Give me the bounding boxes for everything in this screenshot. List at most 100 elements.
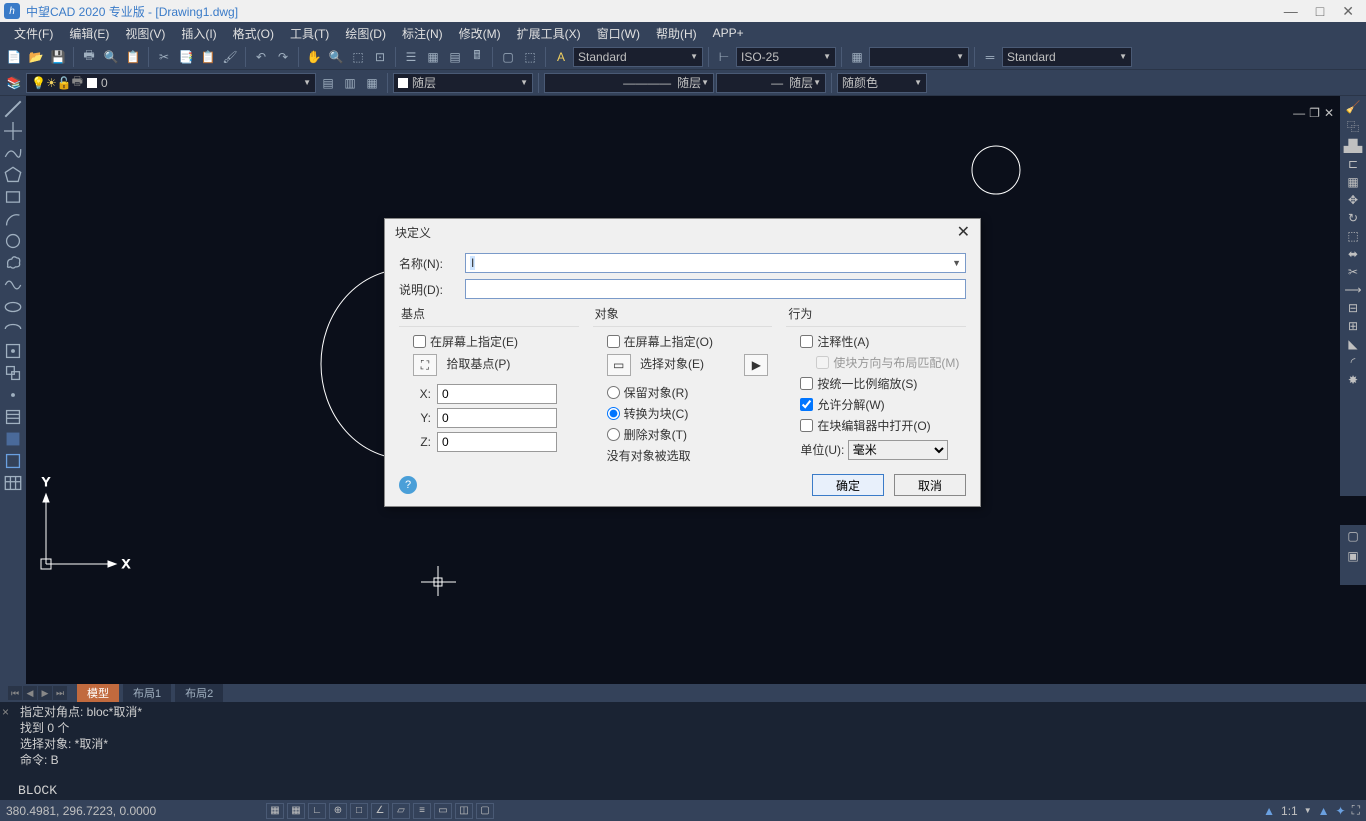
- menu-ext[interactable]: 扩展工具(X): [509, 23, 589, 44]
- menu-tools[interactable]: 工具(T): [282, 23, 337, 44]
- dimstyle-icon[interactable]: ⊢: [714, 47, 734, 67]
- x-input[interactable]: [437, 384, 557, 404]
- join-icon[interactable]: ⊞: [1348, 319, 1358, 333]
- polygon-icon[interactable]: [4, 166, 22, 184]
- insert-icon[interactable]: [4, 342, 22, 360]
- tab-next-icon[interactable]: ▶: [38, 686, 52, 700]
- uniform-scale-checkbox[interactable]: 按统一比例缩放(S): [800, 375, 962, 392]
- ortho-button[interactable]: ∟: [308, 803, 326, 819]
- undo-icon[interactable]: ↶: [251, 47, 271, 67]
- polar-button[interactable]: ⊕: [329, 803, 347, 819]
- otrack-button[interactable]: ∠: [371, 803, 389, 819]
- menu-app[interactable]: APP+: [705, 24, 752, 42]
- pan-icon[interactable]: ✋: [304, 47, 324, 67]
- dyn-button[interactable]: ▱: [392, 803, 410, 819]
- z-input[interactable]: [437, 432, 557, 452]
- spline-icon[interactable]: [4, 276, 22, 294]
- print-icon[interactable]: 🖶: [79, 47, 99, 67]
- menu-edit[interactable]: 编辑(E): [61, 23, 117, 44]
- select-objects-button[interactable]: ▭: [607, 354, 631, 376]
- cut-icon[interactable]: ✂: [154, 47, 174, 67]
- name-combo[interactable]: I ▼: [465, 253, 966, 273]
- new-icon[interactable]: 📄: [4, 47, 24, 67]
- rect-icon[interactable]: [4, 188, 22, 206]
- menu-draw[interactable]: 绘图(D): [337, 23, 394, 44]
- annotative-checkbox[interactable]: 注释性(A): [800, 333, 962, 350]
- revcloud-icon[interactable]: [4, 254, 22, 272]
- table-icon[interactable]: [4, 474, 22, 492]
- linetype-combo[interactable]: ———— 随层▼: [544, 73, 714, 93]
- lineweight-combo[interactable]: — 随层▼: [716, 73, 826, 93]
- delete-radio[interactable]: 删除对象(T): [607, 426, 769, 443]
- erase-icon[interactable]: 🧹: [1346, 100, 1361, 114]
- layermgr-icon[interactable]: ▤: [318, 73, 338, 93]
- menu-window[interactable]: 窗口(W): [589, 23, 648, 44]
- open-icon[interactable]: 📂: [26, 47, 46, 67]
- copy-icon[interactable]: 📑: [176, 47, 196, 67]
- tab-prev-icon[interactable]: ◀: [23, 686, 37, 700]
- ellipse-icon[interactable]: [4, 298, 22, 316]
- circle-icon[interactable]: [4, 232, 22, 250]
- cancel-button[interactable]: 取消: [894, 474, 966, 496]
- layermgr3-icon[interactable]: ▦: [362, 73, 382, 93]
- mlstyle-icon[interactable]: ═: [980, 47, 1000, 67]
- match-icon[interactable]: 🖌: [220, 47, 240, 67]
- fillet-icon[interactable]: ◜: [1351, 355, 1356, 369]
- pick-basepoint-button[interactable]: ⛶: [413, 354, 437, 376]
- lwt-button[interactable]: ≡: [413, 803, 431, 819]
- desc-input[interactable]: [465, 279, 966, 299]
- break-icon[interactable]: ⊟: [1348, 301, 1358, 315]
- fullscreen-icon[interactable]: ⛶: [1352, 803, 1360, 818]
- plotstyle-combo[interactable]: 随颜色▼: [837, 73, 927, 93]
- gradient-icon[interactable]: [4, 430, 22, 448]
- xline-icon[interactable]: [4, 122, 22, 140]
- menu-insert[interactable]: 插入(I): [173, 23, 224, 44]
- dc-icon[interactable]: ▦: [423, 47, 443, 67]
- textstyle-icon[interactable]: A: [551, 47, 571, 67]
- layer-icon[interactable]: 📚: [4, 73, 24, 93]
- paste-icon[interactable]: 📋: [198, 47, 218, 67]
- allow-explode-checkbox[interactable]: 允许分解(W): [800, 396, 962, 413]
- menu-modify[interactable]: 修改(M): [451, 23, 509, 44]
- pline-icon[interactable]: [4, 144, 22, 162]
- base-onscreen-checkbox[interactable]: 在屏幕上指定(E): [413, 333, 575, 350]
- chamfer-icon[interactable]: ◣: [1348, 337, 1357, 351]
- block-icon[interactable]: ▢: [498, 47, 518, 67]
- unit-select[interactable]: 毫米: [848, 440, 948, 460]
- calc-icon[interactable]: 🖩: [467, 47, 487, 67]
- model-button[interactable]: ▭: [434, 803, 452, 819]
- zoom-icon[interactable]: 🔍: [326, 47, 346, 67]
- save-icon[interactable]: 💾: [48, 47, 68, 67]
- block-icon[interactable]: [4, 364, 22, 382]
- scale-readout[interactable]: 1:1: [1281, 804, 1298, 818]
- minimize-button[interactable]: —: [1284, 3, 1298, 20]
- color-combo[interactable]: 随层▼: [393, 73, 533, 93]
- annoscale-icon[interactable]: ▲: [1263, 804, 1275, 818]
- y-input[interactable]: [437, 408, 557, 428]
- tab-last-icon[interactable]: ⏭: [53, 686, 67, 700]
- tab-layout2[interactable]: 布局2: [175, 684, 223, 702]
- obj-onscreen-checkbox[interactable]: 在屏幕上指定(O): [607, 333, 769, 350]
- zoomwin-icon[interactable]: ⬚: [348, 47, 368, 67]
- cycle-button[interactable]: ◫: [455, 803, 473, 819]
- scale-icon[interactable]: ⬚: [1347, 229, 1358, 243]
- tablestyle-combo[interactable]: ▼: [869, 47, 969, 67]
- mirror-icon[interactable]: ▟▙: [1344, 139, 1362, 153]
- menu-file[interactable]: 文件(F): [6, 23, 61, 44]
- menu-format[interactable]: 格式(O): [225, 23, 282, 44]
- arc-icon[interactable]: [4, 210, 22, 228]
- retain-radio[interactable]: 保留对象(R): [607, 384, 769, 401]
- trim-icon[interactable]: ✂: [1348, 265, 1358, 279]
- explode-icon[interactable]: ✸: [1348, 373, 1358, 387]
- point-icon[interactable]: [4, 386, 22, 404]
- region-icon[interactable]: [4, 452, 22, 470]
- menu-help[interactable]: 帮助(H): [648, 23, 705, 44]
- open-editor-checkbox[interactable]: 在块编辑器中打开(O): [800, 417, 962, 434]
- maximize-button[interactable]: □: [1316, 3, 1324, 20]
- quickselect-button[interactable]: ▶: [744, 354, 768, 376]
- prop-icon[interactable]: ☰: [401, 47, 421, 67]
- cmd-close-icon[interactable]: ×: [2, 704, 9, 720]
- grid-button[interactable]: ▦: [287, 803, 305, 819]
- annovis-icon[interactable]: ✦: [1336, 804, 1346, 818]
- tab-layout1[interactable]: 布局1: [123, 684, 171, 702]
